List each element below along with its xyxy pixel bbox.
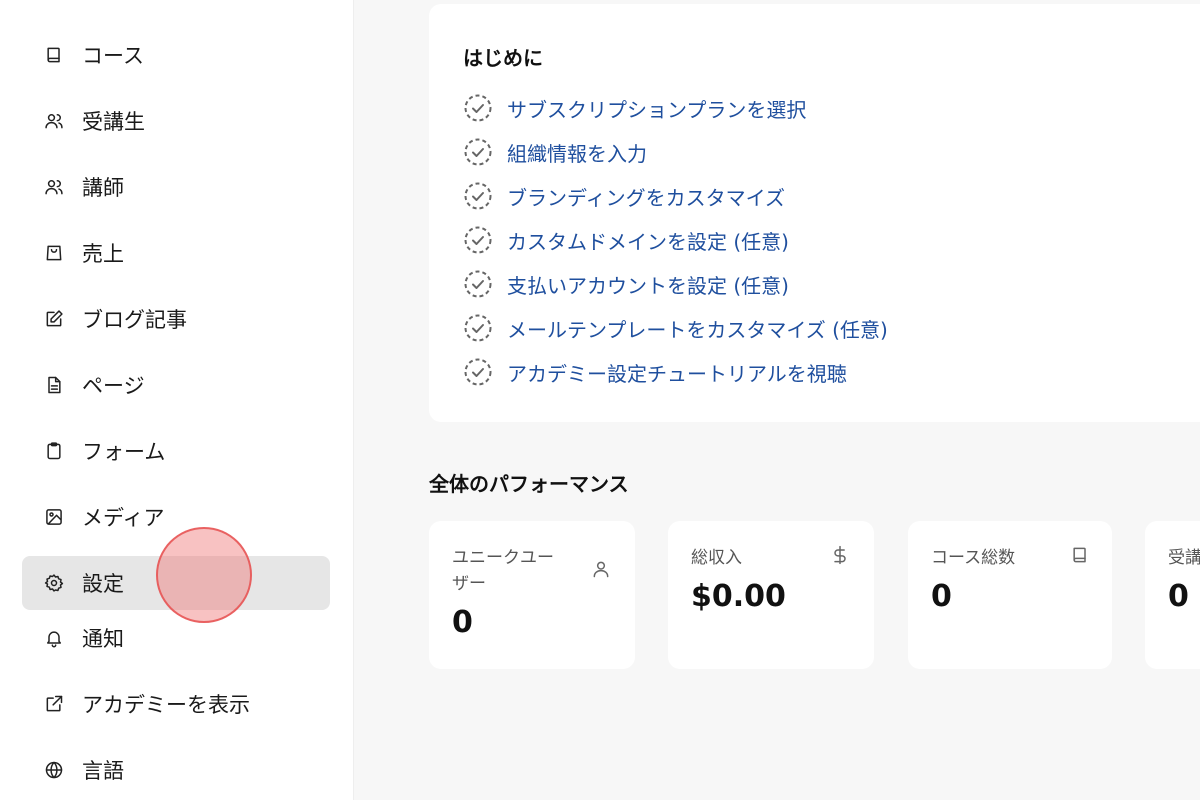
step-label: カスタムドメインを設定 (任意) bbox=[507, 229, 789, 254]
external-link-icon bbox=[43, 693, 65, 715]
sidebar-item-label: 受講生 bbox=[82, 110, 145, 134]
stat-value: 0 bbox=[1168, 579, 1189, 614]
sidebar-item-label: コース bbox=[82, 44, 144, 68]
dashed-check-circle-icon bbox=[463, 225, 493, 255]
sidebar-item-language[interactable]: 言語 bbox=[22, 743, 330, 797]
step-link[interactable]: 支払いアカウントを設定 (任意) bbox=[463, 268, 789, 300]
sidebar-item-label: アカデミーを表示 bbox=[82, 693, 250, 717]
sidebar-item-label: 設定 bbox=[82, 572, 124, 596]
stat-label: コース総数 bbox=[931, 548, 1016, 568]
stat-label-line: ユニークユー bbox=[452, 548, 554, 568]
dashed-check-circle-icon bbox=[463, 181, 493, 211]
getting-started-card: はじめに サブスクリプションプランを選択 組織情報を入力 ブランディングをカスタ… bbox=[429, 4, 1200, 422]
step-label: 組織情報を入力 bbox=[507, 141, 647, 166]
stat-card-students: 受講 0 bbox=[1145, 521, 1200, 669]
step-label: 支払いアカウントを設定 (任意) bbox=[507, 273, 789, 298]
gear-icon bbox=[43, 572, 65, 594]
stat-label: ユニークユー ザー bbox=[452, 545, 554, 597]
stat-label: 受講 bbox=[1168, 548, 1200, 568]
sidebar-item-instructors[interactable]: 講師 bbox=[22, 160, 330, 214]
stat-card-total-courses: コース総数 0 bbox=[908, 521, 1112, 669]
sidebar-item-label: ページ bbox=[82, 374, 145, 398]
bell-icon bbox=[43, 627, 65, 649]
book-icon bbox=[43, 44, 65, 66]
step-link[interactable]: カスタムドメインを設定 (任意) bbox=[463, 224, 789, 256]
step-label: アカデミー設定チュートリアルを視聴 bbox=[507, 361, 847, 386]
performance-title: 全体のパフォーマンス bbox=[429, 472, 629, 496]
clipboard-icon bbox=[43, 440, 65, 462]
sidebar-item-sales[interactable]: 売上 bbox=[22, 226, 330, 280]
dashed-check-circle-icon bbox=[463, 313, 493, 343]
dashed-check-circle-icon bbox=[463, 137, 493, 167]
sidebar-item-label: フォーム bbox=[82, 440, 166, 464]
step-label: サブスクリプションプランを選択 bbox=[507, 97, 807, 122]
sidebar-item-notifications[interactable]: 通知 bbox=[22, 611, 330, 665]
dashed-check-circle-icon bbox=[463, 269, 493, 299]
sidebar-item-label: ブログ記事 bbox=[82, 308, 187, 332]
file-text-icon bbox=[43, 374, 65, 396]
sidebar-item-label: 通知 bbox=[82, 627, 124, 651]
users-icon bbox=[43, 176, 65, 198]
sidebar-item-students[interactable]: 受講生 bbox=[22, 94, 330, 148]
sidebar-item-label: 売上 bbox=[82, 242, 124, 266]
users-icon bbox=[43, 110, 65, 132]
sidebar-item-blog-posts[interactable]: ブログ記事 bbox=[22, 292, 330, 346]
user-icon bbox=[591, 559, 613, 581]
sidebar-item-label: メディア bbox=[82, 506, 165, 530]
stat-label: 総収入 bbox=[691, 548, 742, 568]
dashed-check-circle-icon bbox=[463, 93, 493, 123]
dashed-check-circle-icon bbox=[463, 357, 493, 387]
sidebar: コース 受講生 講師 売上 ブログ記事 ページ フォーム メディア 設定 通知 … bbox=[0, 0, 354, 800]
sidebar-item-pages[interactable]: ページ bbox=[22, 358, 330, 412]
sidebar-item-forms[interactable]: フォーム bbox=[22, 424, 330, 478]
step-link[interactable]: サブスクリプションプランを選択 bbox=[463, 92, 806, 124]
step-link[interactable]: 組織情報を入力 bbox=[463, 136, 647, 168]
book-icon bbox=[1070, 545, 1092, 567]
step-link[interactable]: ブランディングをカスタマイズ bbox=[463, 180, 785, 212]
step-label: メールテンプレートをカスタマイズ (任意) bbox=[507, 317, 888, 342]
image-icon bbox=[43, 506, 65, 528]
stat-value: 0 bbox=[931, 579, 952, 614]
sidebar-item-courses[interactable]: コース bbox=[22, 28, 330, 82]
stat-value: 0 bbox=[452, 605, 473, 640]
sidebar-item-label: 言語 bbox=[82, 759, 124, 783]
stat-label-line: ザー bbox=[452, 574, 486, 594]
click-indicator bbox=[156, 527, 252, 623]
sidebar-item-label: 講師 bbox=[82, 176, 124, 200]
step-label: ブランディングをカスタマイズ bbox=[507, 185, 785, 210]
edit-icon bbox=[43, 308, 65, 330]
step-link[interactable]: メールテンプレートをカスタマイズ (任意) bbox=[463, 312, 888, 344]
dollar-icon bbox=[830, 545, 852, 567]
shopping-bag-icon bbox=[43, 242, 65, 264]
sidebar-item-view-academy[interactable]: アカデミーを表示 bbox=[22, 677, 330, 731]
step-link[interactable]: アカデミー設定チュートリアルを視聴 bbox=[463, 356, 847, 388]
stat-card-unique-users: ユニークユー ザー 0 bbox=[429, 521, 635, 669]
main-content: はじめに サブスクリプションプランを選択 組織情報を入力 ブランディングをカスタ… bbox=[353, 0, 1200, 800]
stat-value: $0.00 bbox=[691, 579, 786, 614]
getting-started-title: はじめに bbox=[463, 46, 543, 70]
globe-icon bbox=[43, 759, 65, 781]
stat-card-total-revenue: 総収入 $0.00 bbox=[668, 521, 874, 669]
